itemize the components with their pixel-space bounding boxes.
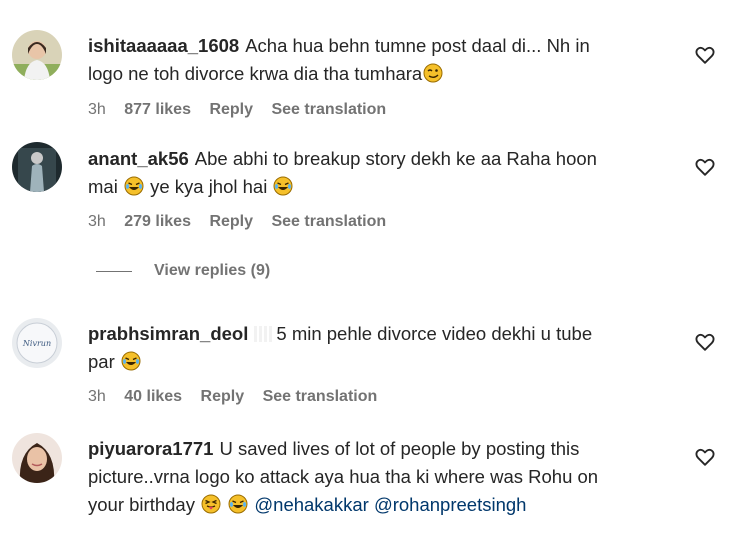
likes-count[interactable]: 877 likes [124,101,191,118]
comment-line: U saved lives of lot of people by postin… [219,438,580,459]
comment-meta: 3h 279 likes Reply See translation [88,213,400,231]
reply-button[interactable]: Reply [209,101,253,118]
avatar[interactable] [12,30,62,80]
username[interactable]: prabhsimran_deol [88,323,248,344]
mention-link[interactable]: @nehakakkar [254,494,368,515]
timestamp: 3h [88,101,106,118]
laughing-tears-icon [124,176,144,196]
reply-button[interactable]: Reply [201,388,245,405]
comment-line: 5 min pehle divorce video dekhi u tube [276,323,593,344]
tongue-out-face-icon [201,494,221,514]
see-translation-button[interactable]: See translation [271,213,386,230]
username[interactable]: anant_ak56 [88,148,189,169]
heart-icon[interactable] [694,156,716,178]
avatar[interactable] [12,142,62,192]
username[interactable]: ishitaaaaaa_1608 [88,35,239,56]
avatar-logo-text: Nivrun [22,339,51,348]
hidden-glyph [254,326,273,342]
see-translation-button[interactable]: See translation [263,388,378,405]
comment-line: Abe abhi to breakup story dekh ke aa Rah… [194,148,597,169]
heart-icon[interactable] [694,44,716,66]
mention-link[interactable]: @rohanpreetsingh [374,494,527,515]
view-replies-label: View replies (9) [154,262,271,279]
heart-icon[interactable] [694,446,716,468]
comment-meta: 3h 877 likes Reply See translation [88,101,400,119]
comment-text: piyuarora1771 U saved lives of lot of peo… [88,435,678,519]
comment-line: par [88,351,115,372]
comment-text: ishitaaaaaa_1608 Acha hua behn tumne post… [88,32,678,88]
laughing-tears-icon [121,351,141,371]
likes-count[interactable]: 279 likes [124,213,191,230]
laughing-tears-icon [228,494,248,514]
likes-count[interactable]: 40 likes [124,388,182,405]
see-translation-button[interactable]: See translation [271,101,386,118]
comment-line: mai [88,176,118,197]
laughing-tears-icon [273,176,293,196]
comment-line: picture..vrna logo ko attack aya hua tha… [88,466,599,487]
smirk-face-icon [423,63,443,83]
timestamp: 3h [88,388,106,405]
comment-line: Acha hua behn tumne post daal di... Nh i… [245,35,590,56]
reply-button[interactable]: Reply [209,213,253,230]
comment-line: logo ne toh divorce krwa dia tha tumhara [88,63,423,84]
comment-text: anant_ak56 Abe abhi to breakup story dekh… [88,145,678,201]
avatar[interactable]: Nivrun [12,318,62,368]
view-replies-button[interactable]: View replies (9) [96,262,270,280]
username[interactable]: piyuarora1771 [88,438,213,459]
comment-text: prabhsimran_deol 5 min pehle divorce vide… [88,320,678,376]
comment-meta: 3h 40 likes Reply See translation [88,388,391,406]
avatar[interactable] [12,433,62,483]
comment-line: ye kya jhol hai [150,176,268,197]
heart-icon[interactable] [694,331,716,353]
timestamp: 3h [88,213,106,230]
comment-line: your birthday [88,494,195,515]
divider-line [96,270,132,272]
